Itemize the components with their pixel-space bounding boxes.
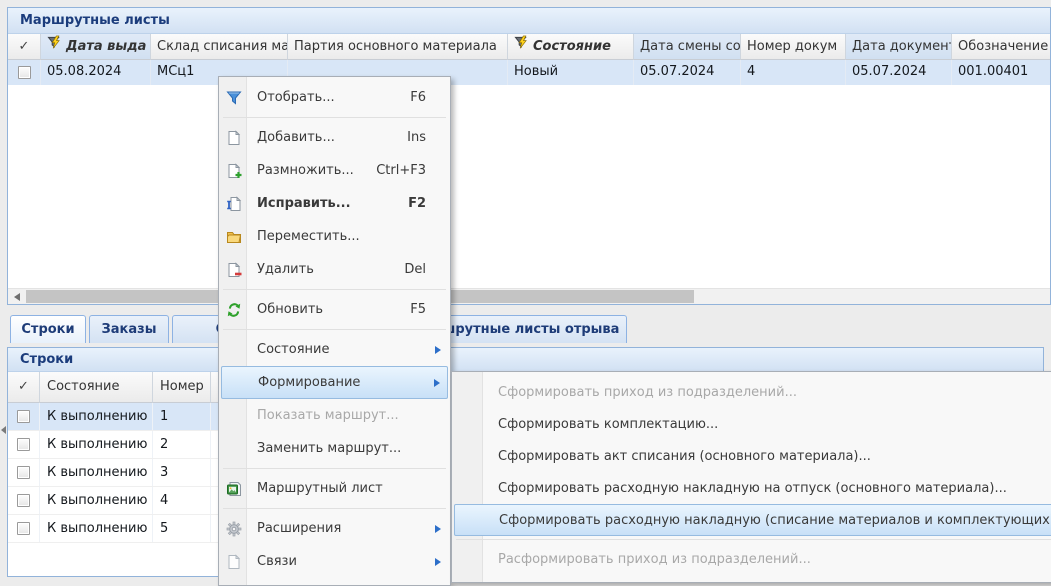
folder-icon	[225, 229, 242, 245]
menu-separator	[223, 117, 446, 118]
bottom-tabbar: Строки Заказы Сер шрутные листы отрыва	[7, 313, 1051, 345]
row-checkbox[interactable]	[17, 410, 30, 423]
submenu-arrow-icon	[434, 379, 440, 387]
column-header-state-change-date[interactable]: Дата смены сос	[634, 34, 741, 60]
submenu-item-picking[interactable]: Сформировать комплектацию...	[454, 408, 1051, 440]
horizontal-scrollbar[interactable]	[8, 288, 1050, 304]
column-header-doc-number[interactable]: Номер докум	[741, 34, 846, 60]
column-header-doc-date[interactable]: Дата документа	[846, 34, 952, 60]
menu-item-delete[interactable]: Удалить Del	[221, 253, 448, 286]
cell-state-change-date: 05.07.2024	[634, 60, 741, 85]
route-sheets-grid-header: ✓ Дата выда Склад списания мат Партия ос…	[8, 34, 1050, 60]
page-minus-icon	[225, 262, 242, 278]
blank-page-icon	[225, 130, 242, 146]
column-header-warehouse[interactable]: Склад списания мат	[151, 34, 288, 60]
cell-doc-number: 4	[741, 60, 846, 85]
submenu-item-expense-invoice-release[interactable]: Сформировать расходную накладную на отпу…	[454, 472, 1051, 504]
row-checkbox[interactable]	[18, 66, 31, 79]
column-header-row-state[interactable]: Состояние	[40, 372, 153, 403]
page-edit-icon	[225, 196, 242, 212]
table-row[interactable]: 05.08.2024 МСц1 Новый 05.07.2024 4 05.07…	[8, 60, 1050, 85]
formation-submenu: Сформировать приход из подразделений... …	[451, 371, 1051, 583]
select-all-column-header[interactable]: ✓	[8, 34, 41, 60]
tab-rows[interactable]: Строки	[10, 315, 86, 343]
gear-icon	[225, 521, 242, 537]
page-title: Маршрутные листы	[8, 8, 1050, 34]
menu-item-refresh[interactable]: Обновить F5	[221, 293, 448, 326]
column-header-state[interactable]: Состояние	[508, 34, 634, 60]
menu-item-links[interactable]: Связи	[221, 545, 448, 578]
page-icon	[225, 554, 242, 570]
scroll-left-icon[interactable]	[14, 293, 20, 301]
row-checkbox[interactable]	[17, 522, 30, 535]
menu-separator	[223, 508, 446, 509]
submenu-arrow-icon	[435, 525, 441, 533]
filter-lightning-icon	[514, 34, 529, 59]
menu-item-add[interactable]: Добавить... Ins	[221, 121, 448, 154]
menu-item-state[interactable]: Состояние	[221, 333, 448, 366]
cell-designation: 001.00401	[952, 60, 1050, 85]
menu-item-move[interactable]: Переместить...	[221, 220, 448, 253]
menu-item-formation[interactable]: Формирование	[221, 366, 448, 399]
submenu-arrow-icon	[435, 346, 441, 354]
cell-state: Новый	[508, 60, 634, 85]
menu-item-route-sheet[interactable]: Маршрутный лист	[221, 472, 448, 505]
menu-item-duplicate[interactable]: Размножить... Ctrl+F3	[221, 154, 448, 187]
route-sheets-panel: Маршрутные листы ✓ Дата выда Склад списа…	[7, 7, 1051, 305]
menu-separator	[223, 329, 446, 330]
filter-icon	[225, 90, 242, 106]
submenu-item-expense-invoice-writeoff[interactable]: Сформировать расходную накладную (списан…	[454, 504, 1051, 536]
row-checkbox[interactable]	[17, 494, 30, 507]
menu-separator	[223, 289, 446, 290]
column-header-issue-date[interactable]: Дата выда	[41, 34, 151, 60]
column-header-row-number[interactable]: Номер	[153, 372, 211, 403]
row-checkbox[interactable]	[17, 466, 30, 479]
column-header-designation[interactable]: Обозначение	[952, 34, 1050, 60]
page-plus-icon	[225, 163, 242, 179]
menu-item-replace-route[interactable]: Заменить маршрут...	[221, 432, 448, 465]
submenu-item-unform-income: Расформировать приход из подразделений..…	[454, 543, 1051, 575]
scroll-left-icon[interactable]	[1, 426, 6, 434]
submenu-arrow-icon	[435, 558, 441, 566]
menu-separator	[223, 468, 446, 469]
tab-route-tear-sheets[interactable]: шрутные листы отрыва	[434, 315, 627, 343]
column-header-batch[interactable]: Партия основного материала	[288, 34, 508, 60]
menu-item-extensions[interactable]: Расширения	[221, 512, 448, 545]
submenu-item-writeoff-act[interactable]: Сформировать акт списания (основного мат…	[454, 440, 1051, 472]
refresh-icon	[225, 302, 242, 318]
menu-separator	[456, 539, 1051, 540]
rows-panel-title: Строки	[8, 348, 1043, 372]
menu-item-show-route: Показать маршрут...	[221, 399, 448, 432]
filter-lightning-icon	[47, 34, 62, 59]
tab-orders[interactable]: Заказы	[89, 315, 169, 343]
menu-item-edit[interactable]: Исправить... F2	[221, 187, 448, 220]
cell-doc-date: 05.07.2024	[846, 60, 952, 85]
row-checkbox[interactable]	[17, 438, 30, 451]
green-sheet-icon	[225, 481, 242, 497]
context-menu: Отобрать... F6 Добавить... Ins Размножит…	[218, 76, 451, 586]
select-all-column-header[interactable]: ✓	[8, 372, 40, 403]
submenu-item-income-from-divisions: Сформировать приход из подразделений...	[454, 376, 1051, 408]
menu-item-filter[interactable]: Отобрать... F6	[221, 81, 448, 114]
cell-issue-date: 05.08.2024	[41, 60, 151, 85]
